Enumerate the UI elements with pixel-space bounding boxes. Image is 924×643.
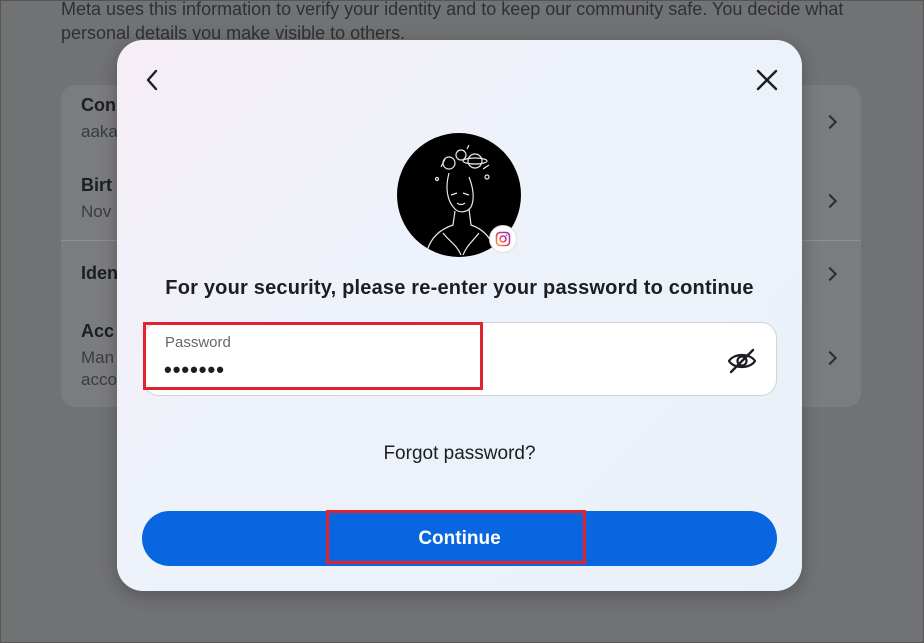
reauth-dialog: For your security, please re-enter your … bbox=[117, 40, 802, 591]
password-label: Password bbox=[165, 334, 231, 351]
dialog-heading: For your security, please re-enter your … bbox=[165, 277, 754, 299]
password-input[interactable]: ••••••• bbox=[164, 357, 225, 383]
password-field[interactable]: Password ••••••• bbox=[143, 322, 777, 396]
instagram-icon bbox=[495, 231, 511, 247]
back-button[interactable] bbox=[141, 68, 165, 92]
continue-button[interactable]: Continue bbox=[142, 511, 777, 566]
close-icon bbox=[756, 69, 778, 91]
toggle-password-visibility-button[interactable] bbox=[726, 347, 758, 375]
forgot-password-link[interactable]: Forgot password? bbox=[117, 443, 802, 465]
close-button[interactable] bbox=[755, 68, 779, 92]
background-intro-text: Meta uses this information to verify you… bbox=[61, 0, 844, 43]
instagram-badge bbox=[489, 225, 517, 253]
eye-slash-icon bbox=[727, 348, 757, 374]
chevron-left-icon bbox=[146, 69, 158, 91]
